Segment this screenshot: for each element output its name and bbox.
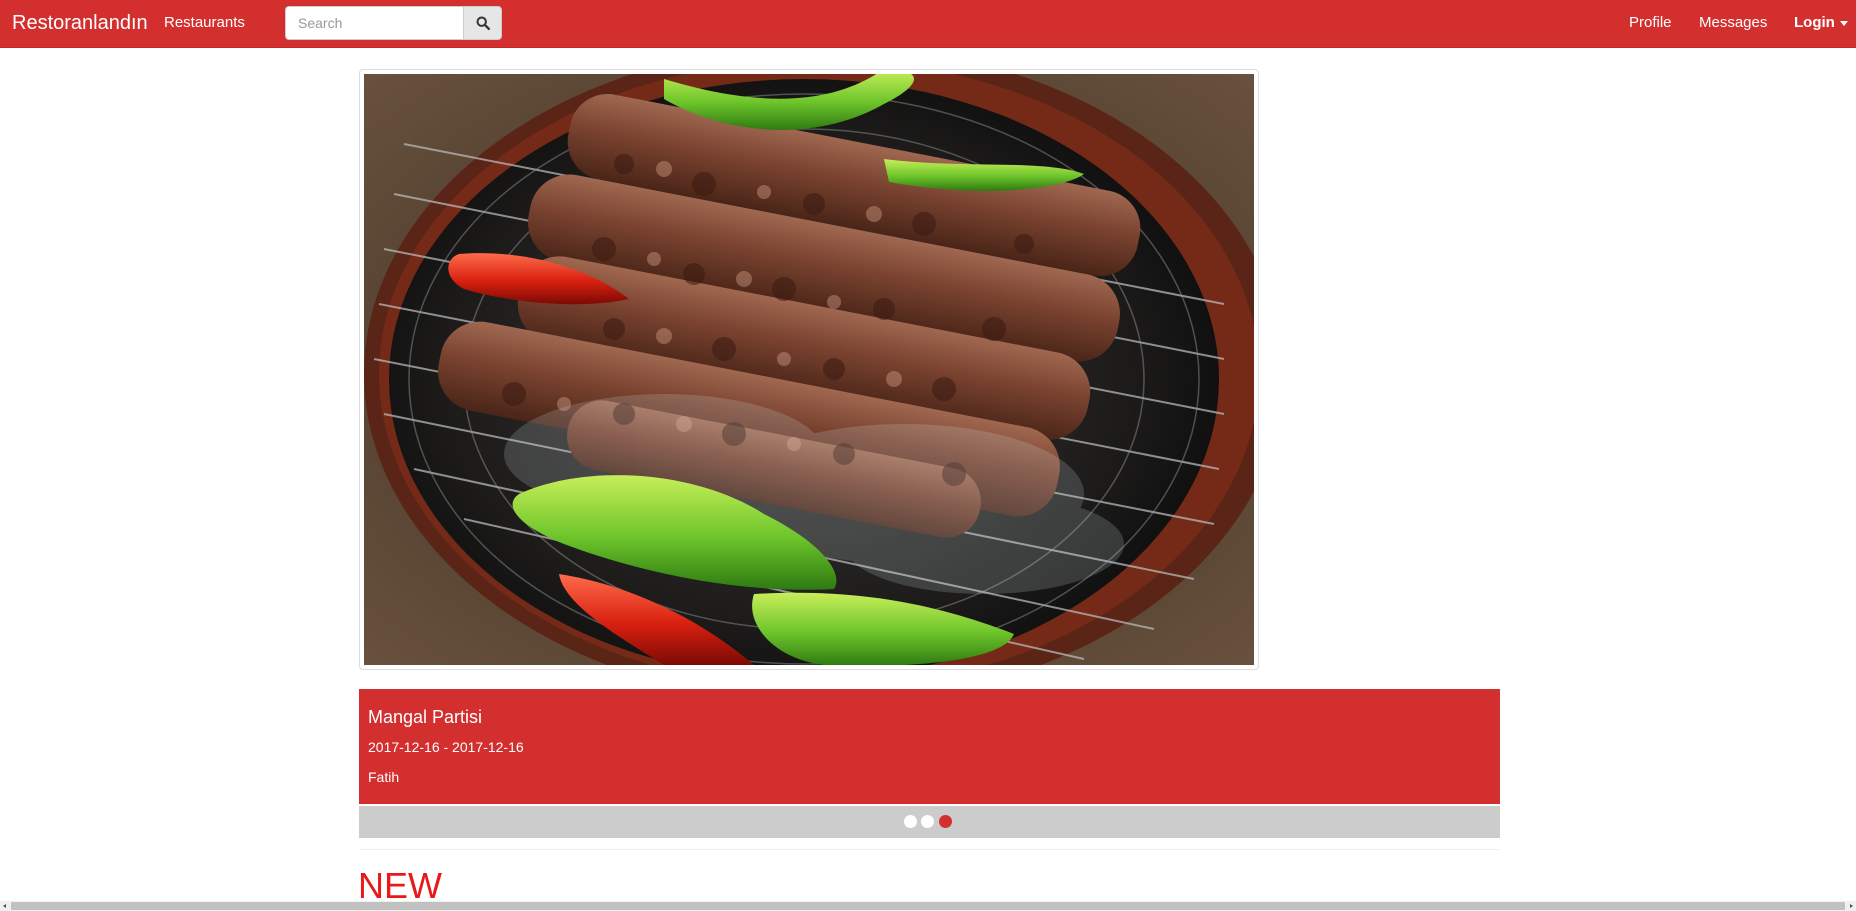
search-input[interactable] — [285, 6, 463, 40]
event-author: Fatih — [368, 769, 400, 785]
carousel-indicator-2[interactable] — [921, 815, 934, 828]
horizontal-scroll-thumb[interactable] — [11, 902, 1845, 910]
section-divider — [359, 849, 1500, 850]
event-title: Mangal Partisi — [368, 707, 483, 727]
new-section-heading: NEW — [358, 865, 442, 906]
brand-link[interactable]: Restoranlandın — [12, 11, 148, 35]
search-icon — [476, 16, 490, 30]
login-label: Login — [1794, 14, 1835, 31]
event-date-range: 2017-12-16 - 2017-12-16 — [368, 739, 524, 755]
search-button[interactable] — [463, 6, 502, 40]
search-form — [285, 6, 502, 40]
top-navbar: Restoranlandın Restaurants Profile Messa… — [0, 0, 1856, 48]
carousel-indicators — [359, 806, 1500, 838]
nav-messages-link[interactable]: Messages — [1699, 14, 1767, 32]
nav-restaurants-link[interactable]: Restaurants — [164, 14, 245, 32]
scroll-right-arrow-icon[interactable] — [1846, 901, 1856, 911]
nav-profile-link[interactable]: Profile — [1629, 14, 1672, 32]
horizontal-scrollbar[interactable] — [0, 901, 1856, 911]
grill-kebab-photo — [364, 74, 1254, 665]
carousel-caption: Mangal Partisi 2017-12-16 - 2017-12-16 F… — [359, 689, 1500, 804]
carousel-slide-image-frame[interactable] — [359, 69, 1259, 670]
nav-login-dropdown[interactable]: Login — [1794, 14, 1848, 32]
carousel-indicator-1[interactable] — [904, 815, 917, 828]
caret-down-icon — [1839, 20, 1848, 26]
scroll-left-arrow-icon[interactable] — [0, 901, 10, 911]
carousel-indicator-3[interactable] — [939, 815, 952, 828]
